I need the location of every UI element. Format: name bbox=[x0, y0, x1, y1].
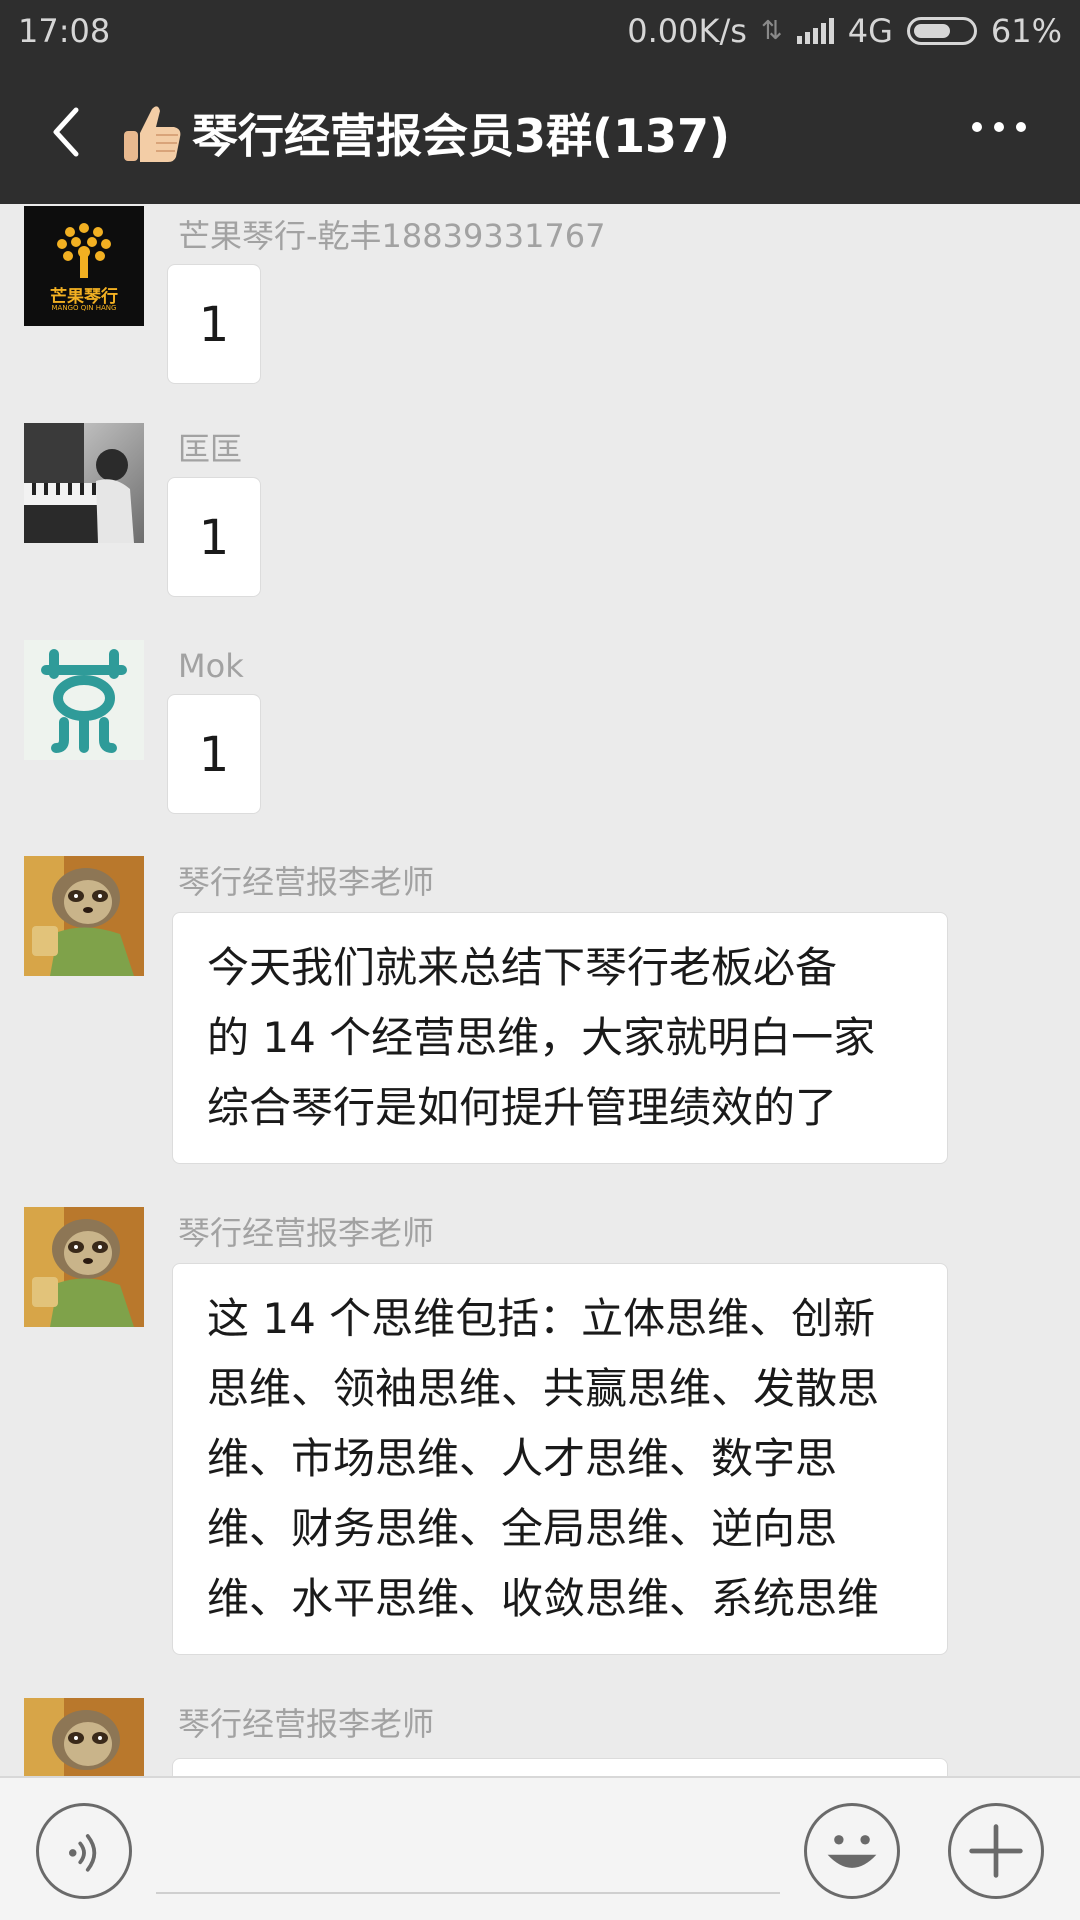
status-right: 0.00K/s ⇅ 4G 61% bbox=[627, 0, 1062, 62]
chat-title: 琴行经营报会员3群(137) bbox=[192, 109, 731, 163]
avatar-sloth[interactable] bbox=[24, 856, 144, 976]
net-speed: 0.00K/s bbox=[627, 12, 747, 50]
input-bar bbox=[0, 1776, 1080, 1920]
status-time: 17:08 bbox=[18, 12, 111, 50]
sender-name: 匡匡 bbox=[178, 430, 243, 468]
avatar-mango-logo[interactable]: 芒果琴行 MANGO QIN HANG bbox=[24, 206, 144, 326]
message-bubble[interactable]: 这 14 个思维包括：立体思维、创新 思维、领袖思维、共赢思维、发散思 维、市场… bbox=[172, 1263, 948, 1655]
sender-name: 琴行经营报李老师 bbox=[178, 1214, 435, 1252]
message-line: 综合琴行是如何提升管理绩效的了 bbox=[207, 1083, 838, 1132]
title-group[interactable]: 琴行经营报会员3群(137) bbox=[118, 94, 730, 172]
signal-icon bbox=[796, 18, 834, 44]
message-line: 这 14 个思维包括：立体思维、创新 bbox=[207, 1294, 876, 1343]
message-bubble[interactable]: 1 bbox=[167, 264, 261, 384]
thumbs-up-icon bbox=[124, 106, 181, 162]
sender-name: 琴行经营报李老师 bbox=[178, 1705, 435, 1743]
data-transfer-icon: ⇅ bbox=[760, 16, 783, 46]
avatar-brand-sub: MANGO QIN HANG bbox=[51, 304, 117, 312]
message-line: 的 14 个经营思维，大家就明白一家 bbox=[207, 1013, 876, 1062]
sender-name: 琴行经营报李老师 bbox=[178, 863, 435, 901]
network-type: 4G bbox=[847, 12, 893, 50]
avatar-piano-photo[interactable] bbox=[24, 423, 144, 543]
message-bubble[interactable]: 今天我们就来总结下琴行老板必备 的 14 个经营思维，大家就明白一家 综合琴行是… bbox=[172, 912, 948, 1164]
avatar-teal-logo[interactable] bbox=[24, 640, 144, 760]
voice-icon[interactable] bbox=[36, 1803, 132, 1899]
battery-percent: 61% bbox=[990, 12, 1062, 50]
message-bubble[interactable]: 1 bbox=[167, 477, 261, 597]
avatar-sloth[interactable] bbox=[24, 1207, 144, 1327]
chat-message-list[interactable]: 芒果琴行 MANGO QIN HANG 芒果琴行-乾丰18839331767 1… bbox=[0, 204, 1080, 1776]
status-bar: 17:08 0.00K/s ⇅ 4G 61% bbox=[0, 0, 1080, 62]
chat-header: 琴行经营报会员3群(137) bbox=[0, 62, 1080, 204]
more-dots-icon[interactable] bbox=[972, 122, 1026, 132]
message-input[interactable] bbox=[156, 1800, 780, 1894]
message-bubble[interactable]: 1 bbox=[167, 694, 261, 814]
back-arrow-icon[interactable] bbox=[40, 102, 100, 162]
message-line: 维、财务思维、全局思维、逆向思 bbox=[207, 1504, 838, 1553]
avatar-sloth[interactable] bbox=[24, 1698, 144, 1776]
emoji-icon[interactable] bbox=[804, 1803, 900, 1899]
sender-name: 芒果琴行-乾丰18839331767 bbox=[178, 217, 606, 255]
message-line: 维、水平思维、收敛思维、系统思维 bbox=[207, 1574, 880, 1623]
battery-icon bbox=[906, 17, 977, 45]
sender-name: Mok bbox=[178, 647, 244, 685]
message-bubble[interactable] bbox=[172, 1758, 948, 1776]
message-line: 思维、领袖思维、共赢思维、发散思 bbox=[207, 1364, 880, 1413]
message-line: 维、市场思维、人才思维、数字思 bbox=[207, 1434, 838, 1483]
message-line: 今天我们就来总结下琴行老板必备 bbox=[207, 943, 838, 992]
plus-icon[interactable] bbox=[948, 1803, 1044, 1899]
